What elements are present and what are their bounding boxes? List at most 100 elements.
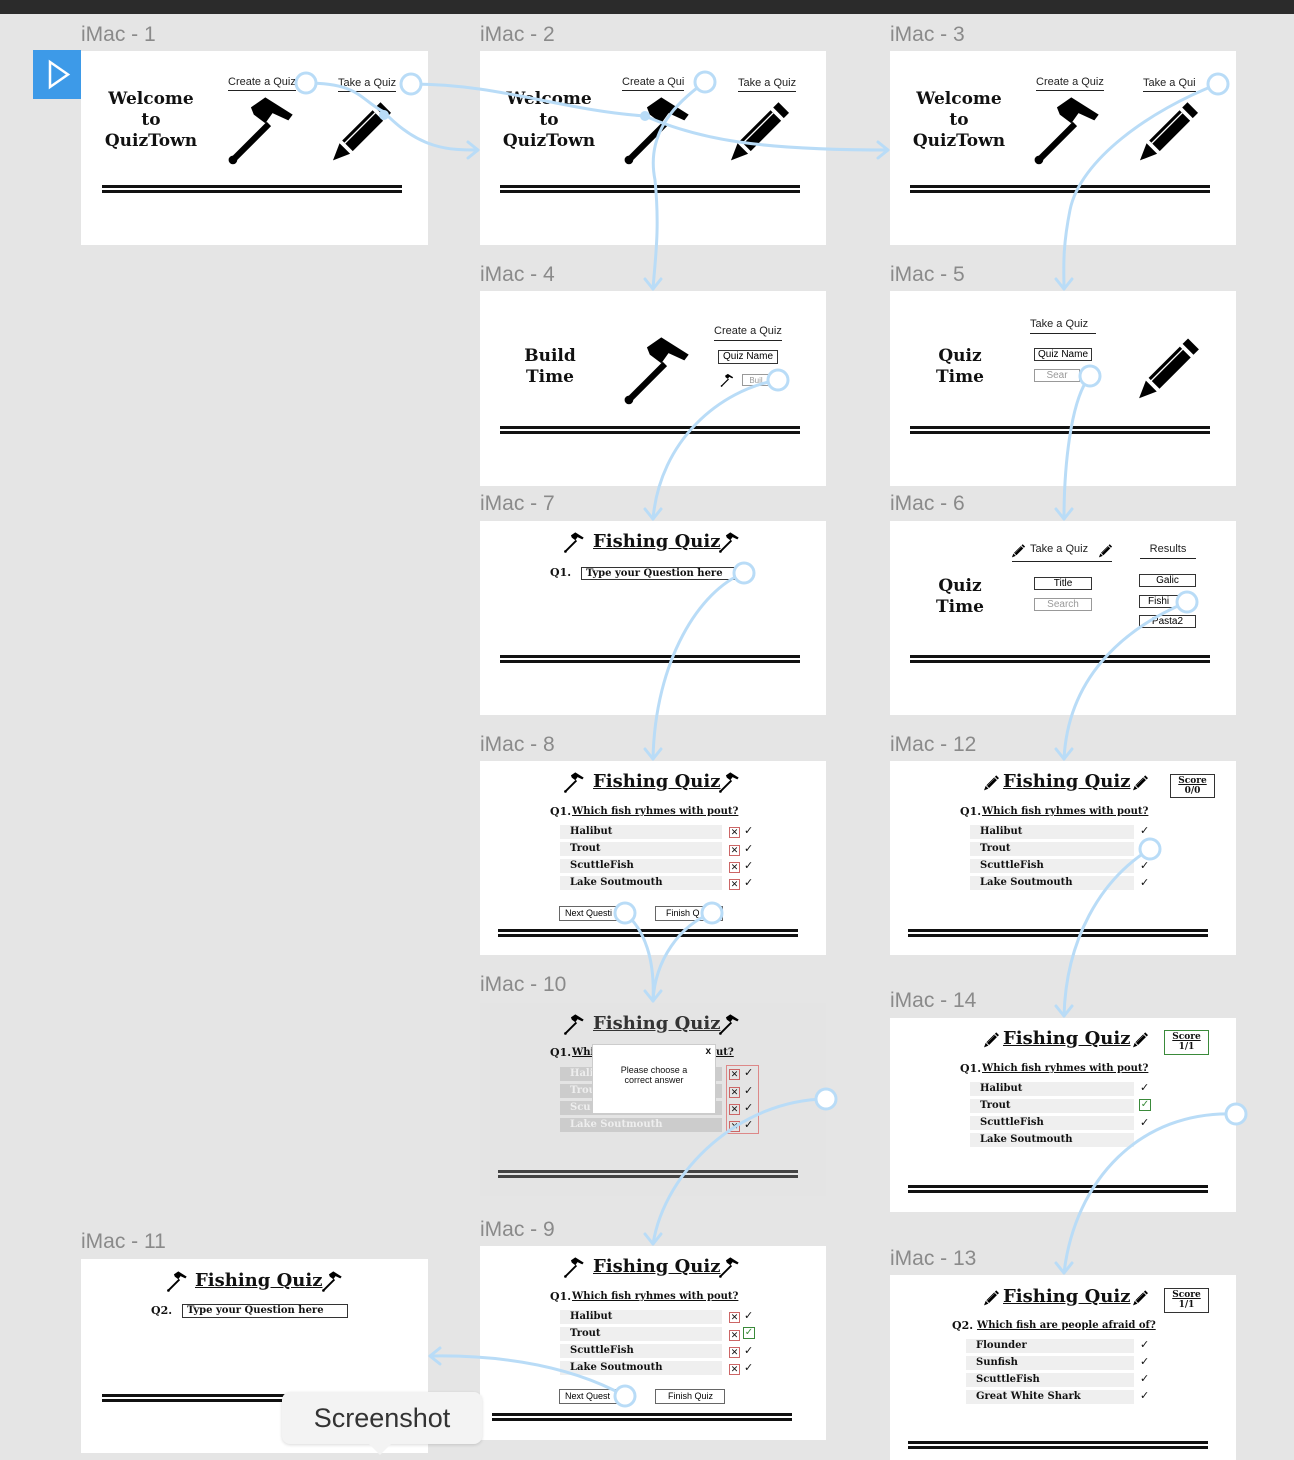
frame-label[interactable]: iMac - 10 — [480, 973, 566, 997]
check-icon[interactable]: ✓ — [1140, 1389, 1149, 1403]
check-icon[interactable]: ✓ — [744, 876, 753, 890]
answer-option[interactable]: Lake Soutmouth — [560, 1118, 722, 1132]
frame-imac-14[interactable]: Fishing Quiz Score 1/1 Q1. Which fish ry… — [890, 1018, 1236, 1212]
answer-option[interactable]: Lake Soutmouth — [970, 1133, 1134, 1147]
wrong-toggle-icon[interactable]: ✕ — [729, 862, 740, 873]
selected-check-icon[interactable]: ✓ — [1139, 1099, 1151, 1111]
search-field[interactable]: Sear — [1034, 369, 1080, 382]
frame-imac-9[interactable]: Fishing Quiz Q1. Which fish ryhmes with … — [480, 1246, 826, 1440]
answer-option[interactable]: Great White Shark — [966, 1390, 1134, 1404]
wrong-toggle-icon[interactable]: ✕ — [729, 1121, 740, 1132]
frame-label[interactable]: iMac - 13 — [890, 1247, 976, 1271]
frame-imac-7[interactable]: Fishing Quiz Q1. Type your Question here — [480, 521, 826, 715]
check-icon[interactable]: ✓ — [744, 1309, 753, 1323]
frame-imac-3[interactable]: Welcome to QuizTown Create a Quiz Take a… — [890, 51, 1236, 245]
frame-imac-12[interactable]: Fishing Quiz Score 0/0 Q1. Which fish ry… — [890, 761, 1236, 955]
answer-option[interactable]: ScuttleFish — [966, 1373, 1134, 1387]
search-field[interactable]: Search — [1034, 598, 1092, 611]
wrong-toggle-icon[interactable]: ✕ — [729, 1104, 740, 1115]
answer-option[interactable]: Trout — [560, 1327, 722, 1341]
frame-imac-5[interactable]: Quiz Time Take a Quiz Quiz Name Sear — [890, 291, 1236, 486]
frame-label[interactable]: iMac - 9 — [480, 1218, 555, 1242]
check-icon[interactable]: ✓ — [1140, 859, 1149, 873]
answer-option[interactable]: Lake Soutmouth — [560, 1361, 722, 1375]
answer-option[interactable]: Halibut — [560, 825, 722, 839]
frame-imac-2[interactable]: Welcome to QuizTown Create a Qui Take a … — [480, 51, 826, 245]
answer-option[interactable]: ScuttleFish — [560, 859, 722, 873]
answer-option[interactable]: Flounder — [966, 1339, 1134, 1353]
frame-imac-13[interactable]: Fishing Quiz Score 1/1 Q2. Which fish ar… — [890, 1275, 1236, 1460]
answer-option[interactable]: ScuttleFish — [560, 1344, 722, 1358]
wrong-toggle-icon[interactable]: ✕ — [729, 1312, 740, 1323]
play-prototype-button[interactable] — [33, 50, 81, 99]
finish-quiz-button[interactable]: Finish Q — [655, 906, 723, 921]
title-field[interactable]: Title — [1034, 577, 1092, 590]
wrong-toggle-icon[interactable]: ✕ — [729, 1330, 740, 1341]
result-item[interactable]: Pasta2 — [1139, 615, 1196, 628]
create-quiz-link[interactable]: Create a Qui — [622, 76, 685, 91]
frame-label[interactable]: iMac - 11 — [81, 1230, 166, 1254]
check-icon[interactable]: ✓ — [744, 1066, 753, 1080]
check-icon[interactable]: ✓ — [1140, 824, 1149, 838]
check-icon[interactable]: ✓ — [1140, 1116, 1149, 1130]
answer-option[interactable]: Trout — [970, 1099, 1134, 1113]
build-button[interactable]: Buil — [742, 374, 770, 386]
take-quiz-link[interactable]: Take a Quiz — [338, 77, 397, 92]
result-item[interactable]: Galic — [1139, 574, 1196, 587]
answer-option[interactable]: ScuttleFish — [970, 859, 1134, 873]
create-quiz-link[interactable]: Create a Quiz — [1036, 76, 1104, 91]
answer-option[interactable]: Halibut — [560, 1310, 722, 1324]
frame-label[interactable]: iMac - 1 — [81, 23, 156, 47]
question-input[interactable]: Type your Question here — [581, 567, 745, 580]
close-icon[interactable]: x — [705, 1046, 711, 1057]
next-question-button[interactable]: Next Questi — [559, 906, 621, 921]
frame-imac-4[interactable]: Build Time Create a Quiz Quiz Name Buil — [480, 291, 826, 486]
wrong-toggle-icon[interactable]: ✕ — [729, 1364, 740, 1375]
check-icon[interactable]: ✓ — [1140, 1338, 1149, 1352]
finish-quiz-button[interactable]: Finish Quiz — [655, 1389, 725, 1404]
next-question-button[interactable]: Next Quest — [559, 1389, 619, 1404]
check-icon[interactable]: ✓ — [744, 859, 753, 873]
frame-imac-10[interactable]: Fishing Quiz Q1. Whi ut? Halib Trou Scu … — [480, 1003, 826, 1196]
frame-label[interactable]: iMac - 12 — [890, 733, 976, 757]
check-icon[interactable]: ✓ — [1140, 1355, 1149, 1369]
create-quiz-link[interactable]: Create a Quiz — [228, 76, 296, 91]
answer-option[interactable]: Halibut — [970, 825, 1134, 839]
frame-imac-1[interactable]: Welcome to QuizTown Create a Quiz Take a… — [81, 51, 428, 245]
wrong-toggle-icon[interactable]: ✕ — [729, 1069, 740, 1080]
frame-imac-6[interactable]: Quiz Time Take a Quiz Title Search Resul… — [890, 521, 1236, 715]
check-icon[interactable]: ✓ — [1140, 876, 1149, 890]
answer-option[interactable]: Halibut — [970, 1082, 1134, 1096]
result-item[interactable]: Fishi — [1139, 595, 1196, 608]
wrong-toggle-icon[interactable]: ✕ — [729, 827, 740, 838]
frame-label[interactable]: iMac - 3 — [890, 23, 965, 47]
answer-option[interactable]: Lake Soutmouth — [970, 876, 1134, 890]
frame-label[interactable]: iMac - 4 — [480, 263, 555, 287]
check-icon[interactable]: ✓ — [1140, 1372, 1149, 1386]
wrong-toggle-icon[interactable]: ✕ — [729, 879, 740, 890]
answer-option[interactable]: Lake Soutmouth — [560, 876, 722, 890]
frame-label[interactable]: iMac - 7 — [480, 492, 555, 516]
take-quiz-link[interactable]: Take a Qui — [1143, 77, 1196, 92]
wrong-toggle-icon[interactable]: ✕ — [729, 1087, 740, 1098]
answer-option[interactable]: Trout — [560, 842, 722, 856]
wrong-toggle-icon[interactable]: ✕ — [729, 845, 740, 856]
answer-option[interactable]: Trout — [970, 842, 1134, 856]
frame-imac-8[interactable]: Fishing Quiz Q1. Which fish ryhmes with … — [480, 761, 826, 955]
frame-label[interactable]: iMac - 14 — [890, 989, 976, 1013]
check-icon[interactable]: ✓ — [744, 1344, 753, 1358]
answer-option[interactable]: ScuttleFish — [970, 1116, 1134, 1130]
question-input[interactable]: Type your Question here — [182, 1304, 348, 1318]
check-icon[interactable]: ✓ — [744, 1101, 753, 1115]
check-icon[interactable]: ✓ — [744, 824, 753, 838]
selected-check-icon[interactable]: ✓ — [743, 1327, 755, 1339]
check-icon[interactable]: ✓ — [744, 1361, 753, 1375]
check-icon[interactable]: ✓ — [744, 842, 753, 856]
check-icon[interactable]: ✓ — [744, 1084, 753, 1098]
answer-option[interactable]: Sunfish — [966, 1356, 1134, 1370]
frame-label[interactable]: iMac - 6 — [890, 492, 965, 516]
check-icon[interactable]: ✓ — [744, 1118, 753, 1132]
frame-label[interactable]: iMac - 5 — [890, 263, 965, 287]
check-icon[interactable]: ✓ — [1140, 1081, 1149, 1095]
frame-label[interactable]: iMac - 2 — [480, 23, 555, 47]
